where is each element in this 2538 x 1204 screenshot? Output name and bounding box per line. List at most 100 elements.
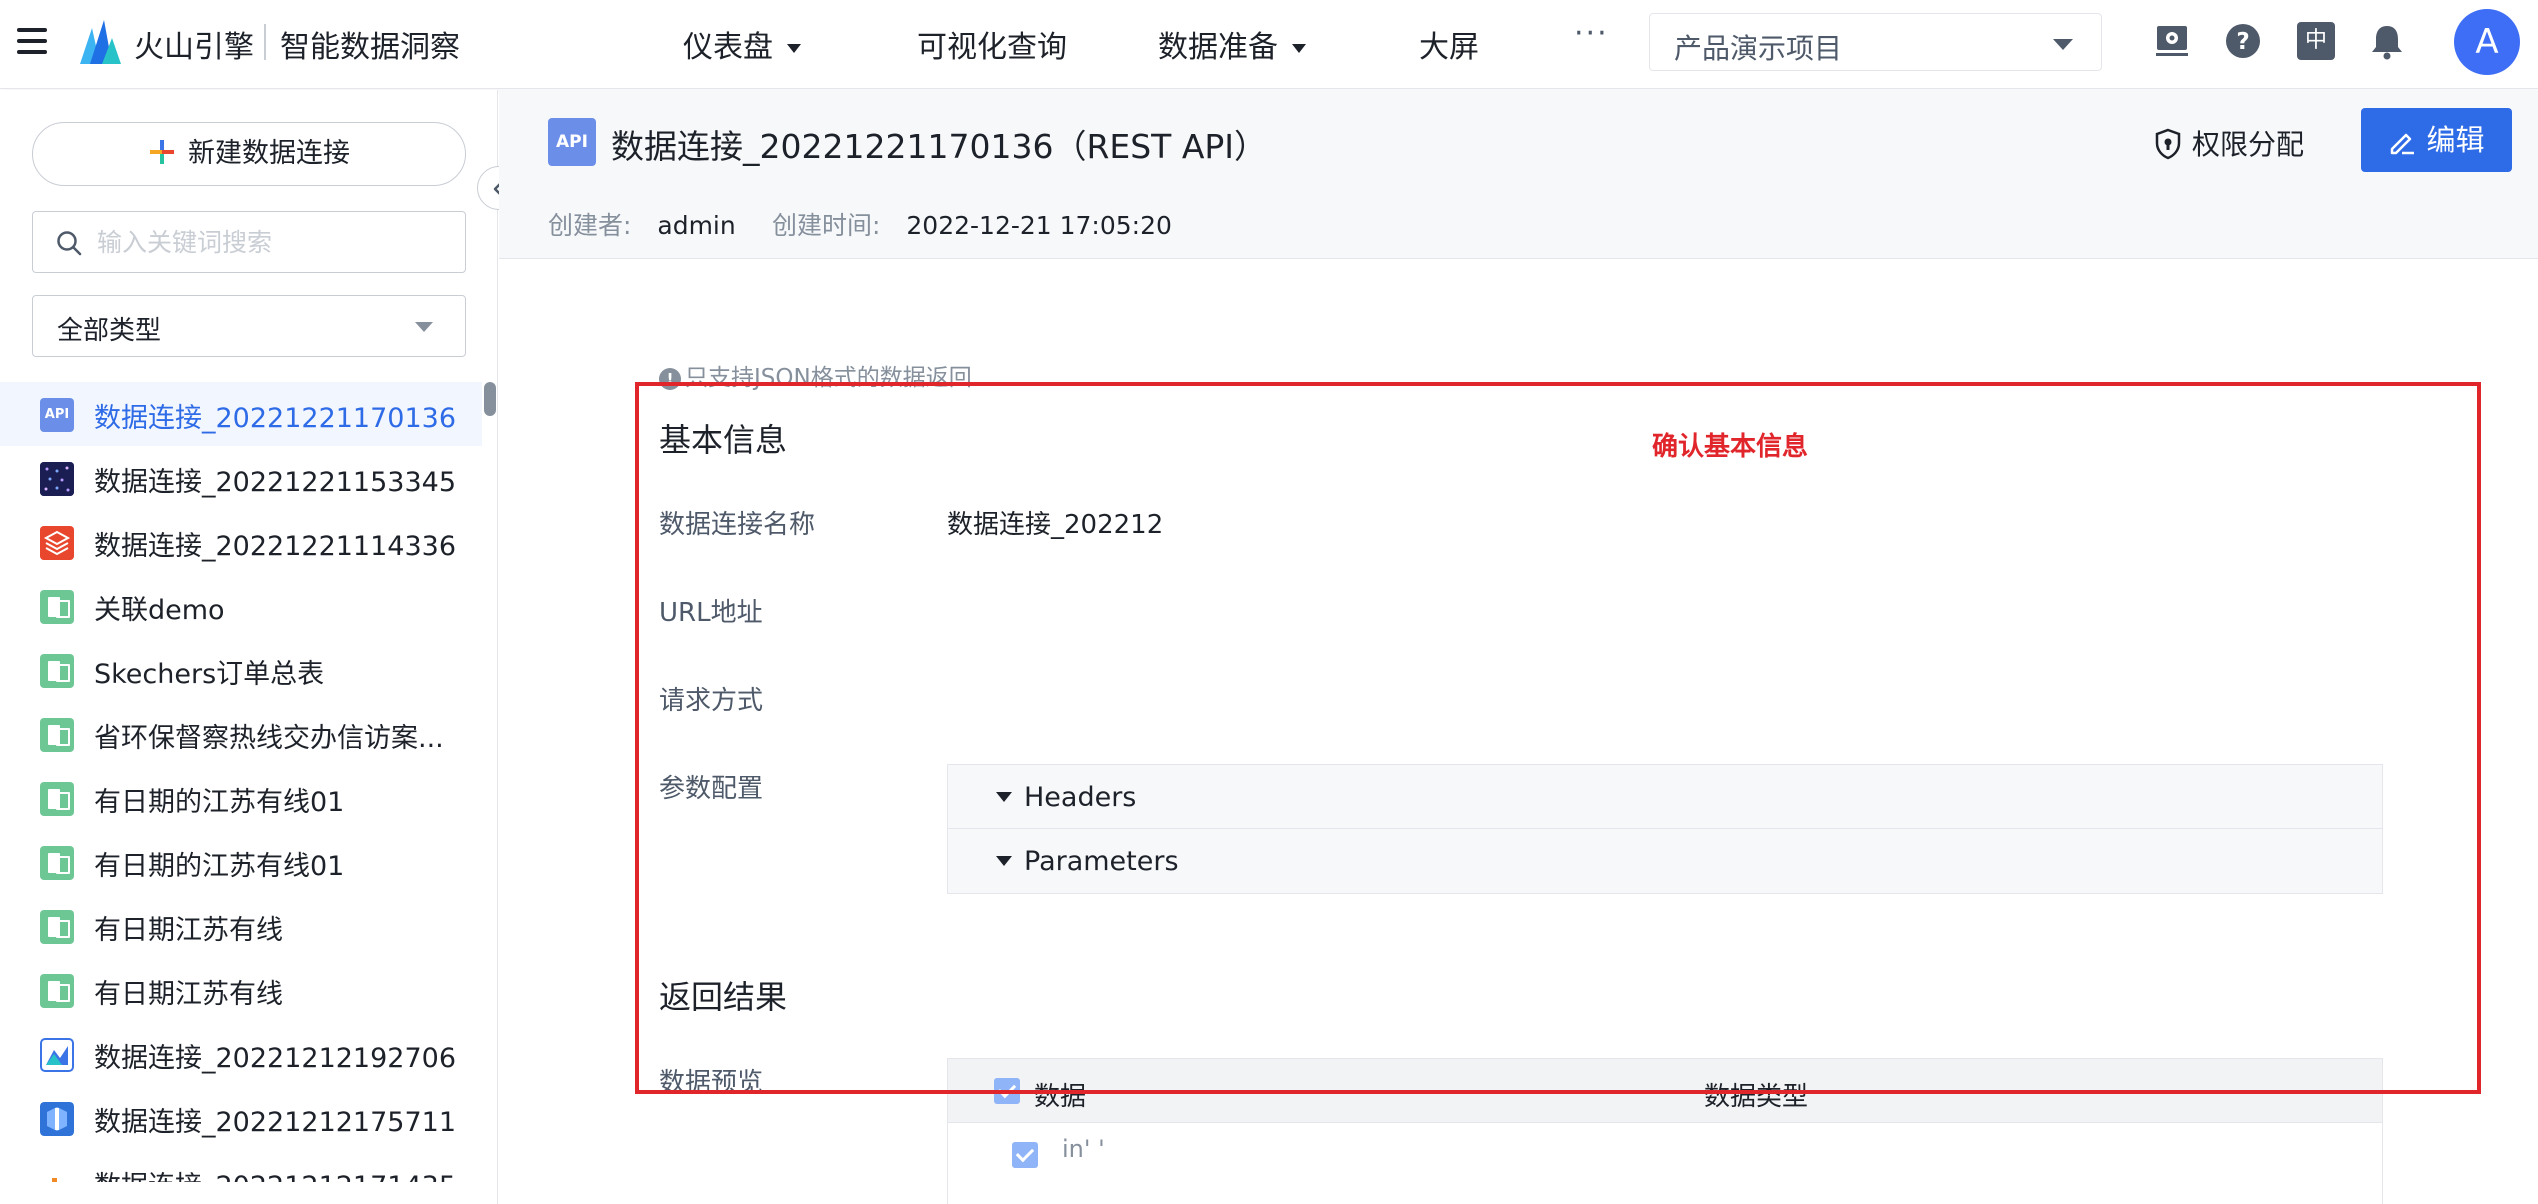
excel-icon [40, 782, 74, 816]
starfield-icon [40, 462, 74, 496]
permission-button[interactable]: 权限分配 [2154, 123, 2304, 163]
data-preview-table: 数据 数据类型 in' ' [947, 1058, 2383, 1204]
excel-icon [40, 654, 74, 688]
basic-info-title: 基本信息 [659, 421, 788, 459]
created-time-value: 2022-12-21 17:05:20 [906, 211, 1172, 240]
connection-item[interactable]: 数据连接_20221221153345 [0, 446, 482, 510]
connection-label: 省环保督察热线交办信访案... [94, 723, 444, 754]
type-filter-select[interactable]: 全部类型 [32, 295, 466, 357]
detail-header: API 数据连接_20221221170136（REST API） 权限分配 编… [499, 90, 2538, 259]
hexagon-icon [40, 1102, 74, 1136]
connection-item[interactable]: API 数据连接_20221221170136 [0, 382, 482, 446]
connection-item[interactable]: 数据连接_20221221114336 [0, 510, 482, 574]
column-header-type: 数据类型 [1704, 1082, 1809, 1112]
chevron-down-icon [415, 322, 433, 332]
bell-icon[interactable] [2368, 22, 2406, 60]
connection-item[interactable]: 有日期的江苏有线01 [0, 830, 482, 894]
edit-button[interactable]: 编辑 [2361, 108, 2512, 172]
language-icon[interactable]: 中 [2297, 22, 2335, 60]
headers-collapse[interactable]: Headers [948, 765, 2382, 829]
connection-item[interactable]: 数据连接_20221212175711 [0, 1086, 482, 1150]
search-box[interactable] [32, 211, 466, 273]
shield-icon [2155, 128, 2181, 160]
table-header: 数据 数据类型 [948, 1059, 2382, 1123]
excel-icon [40, 974, 74, 1008]
created-time-label: 创建时间: [772, 211, 881, 240]
connection-item[interactable]: Skechers订单总表 [0, 638, 482, 702]
connection-label: 有日期的江苏有线01 [94, 787, 345, 818]
bars-icon [52, 1178, 57, 1182]
table-row: in' ' [948, 1123, 2382, 1187]
connection-label: 数据连接_20221221170136 [94, 403, 456, 434]
connection-item[interactable]: 数据连接_20221212171435 [0, 1150, 482, 1182]
layers-icon [40, 526, 74, 560]
connection-label: 数据连接_20221221114336 [94, 531, 456, 562]
nav-data-prep[interactable]: 数据准备 [1158, 22, 1306, 66]
row-cell: in' ' [1062, 1135, 1105, 1163]
connection-item[interactable]: 有日期的江苏有线01 [0, 766, 482, 830]
volcano-logo-icon [80, 20, 121, 64]
brand-divider [264, 24, 266, 60]
svg-text:?: ? [2236, 29, 2249, 55]
help-icon[interactable]: ? [2224, 22, 2262, 60]
parameters-collapse[interactable]: Parameters [948, 829, 2382, 893]
connection-item[interactable]: 省环保督察热线交办信访案... [0, 702, 482, 766]
main-content: API 数据连接_20221221170136（REST API） 权限分配 编… [499, 90, 2538, 1204]
creator-label: 创建者: [548, 211, 632, 240]
connection-item[interactable]: 数据连接_20221212192706 [0, 1022, 482, 1086]
caret-down-icon [996, 856, 1012, 866]
params-panel: Headers Parameters [947, 764, 2383, 894]
nav-more-icon[interactable]: ··· [1574, 16, 1609, 51]
user-avatar[interactable]: A [2454, 9, 2520, 75]
page-title: 数据连接_20221221170136（REST API） [611, 127, 1268, 166]
connection-label: 有日期江苏有线 [94, 979, 283, 1010]
plus-icon [150, 140, 174, 164]
type-filter-value: 全部类型 [57, 316, 162, 346]
data-preview-label: 数据预览 [659, 1068, 764, 1098]
connection-list: API 数据连接_20221221170136 数据连接_20221221153… [0, 382, 482, 1182]
sidebar-scrollbar[interactable] [484, 382, 496, 416]
select-all-checkbox[interactable] [994, 1078, 1020, 1104]
row-checkbox[interactable] [1012, 1142, 1038, 1168]
request-method-label: 请求方式 [659, 686, 764, 716]
connection-name-value: 数据连接_202212 [947, 510, 1164, 540]
connection-label: 有日期江苏有线 [94, 915, 283, 946]
nav-big-screen[interactable]: 大屏 [1419, 22, 1479, 66]
chevron-down-icon [1292, 44, 1306, 53]
nav-visual-query[interactable]: 可视化查询 [917, 22, 1067, 66]
search-input[interactable] [97, 222, 447, 262]
new-connection-button[interactable]: 新建数据连接 [32, 122, 466, 186]
caret-down-icon [996, 792, 1012, 802]
connection-label: 有日期的江苏有线01 [94, 851, 345, 882]
top-navigation: 火山引擎 智能数据洞察 仪表盘 可视化查询 数据准备 大屏 ··· 产品演示项目… [0, 0, 2538, 89]
api-badge-icon: API [548, 118, 596, 166]
edit-icon [2391, 133, 2415, 155]
info-icon: ! [659, 368, 681, 390]
connection-label: 数据连接_20221212175711 [94, 1107, 456, 1138]
brand-name: 火山引擎 [134, 30, 254, 65]
excel-icon [40, 910, 74, 944]
connection-label: Skechers订单总表 [94, 659, 325, 690]
connection-label: 数据连接_20221221153345 [94, 467, 456, 498]
connection-item[interactable]: 有日期江苏有线 [0, 894, 482, 958]
chevron-down-icon [787, 44, 801, 53]
params-config-label: 参数配置 [659, 774, 764, 804]
created-time-meta: 创建时间: 2022-12-21 17:05:20 [772, 206, 1172, 242]
screen-settings-icon[interactable] [2153, 22, 2191, 60]
chevron-down-icon [2053, 39, 2073, 50]
menu-icon[interactable] [17, 28, 47, 54]
creator-meta: 创建者: admin [548, 206, 736, 242]
nav-dashboard[interactable]: 仪表盘 [683, 22, 801, 66]
result-title: 返回结果 [659, 978, 788, 1016]
project-select-value: 产品演示项目 [1674, 32, 1843, 65]
url-label: URL地址 [659, 598, 763, 628]
project-select[interactable]: 产品演示项目 [1649, 13, 2102, 71]
excel-icon [40, 846, 74, 880]
annotation-label: 确认基本信息 [1652, 432, 1809, 462]
excel-icon [40, 590, 74, 624]
connection-item[interactable]: 有日期江苏有线 [0, 958, 482, 1022]
api-icon: API [40, 398, 74, 432]
sidebar: 新建数据连接 全部类型 API 数据连接_20221221170136 数据连接… [0, 90, 498, 1204]
creator-value: admin [657, 211, 736, 240]
connection-item[interactable]: 关联demo [0, 574, 482, 638]
